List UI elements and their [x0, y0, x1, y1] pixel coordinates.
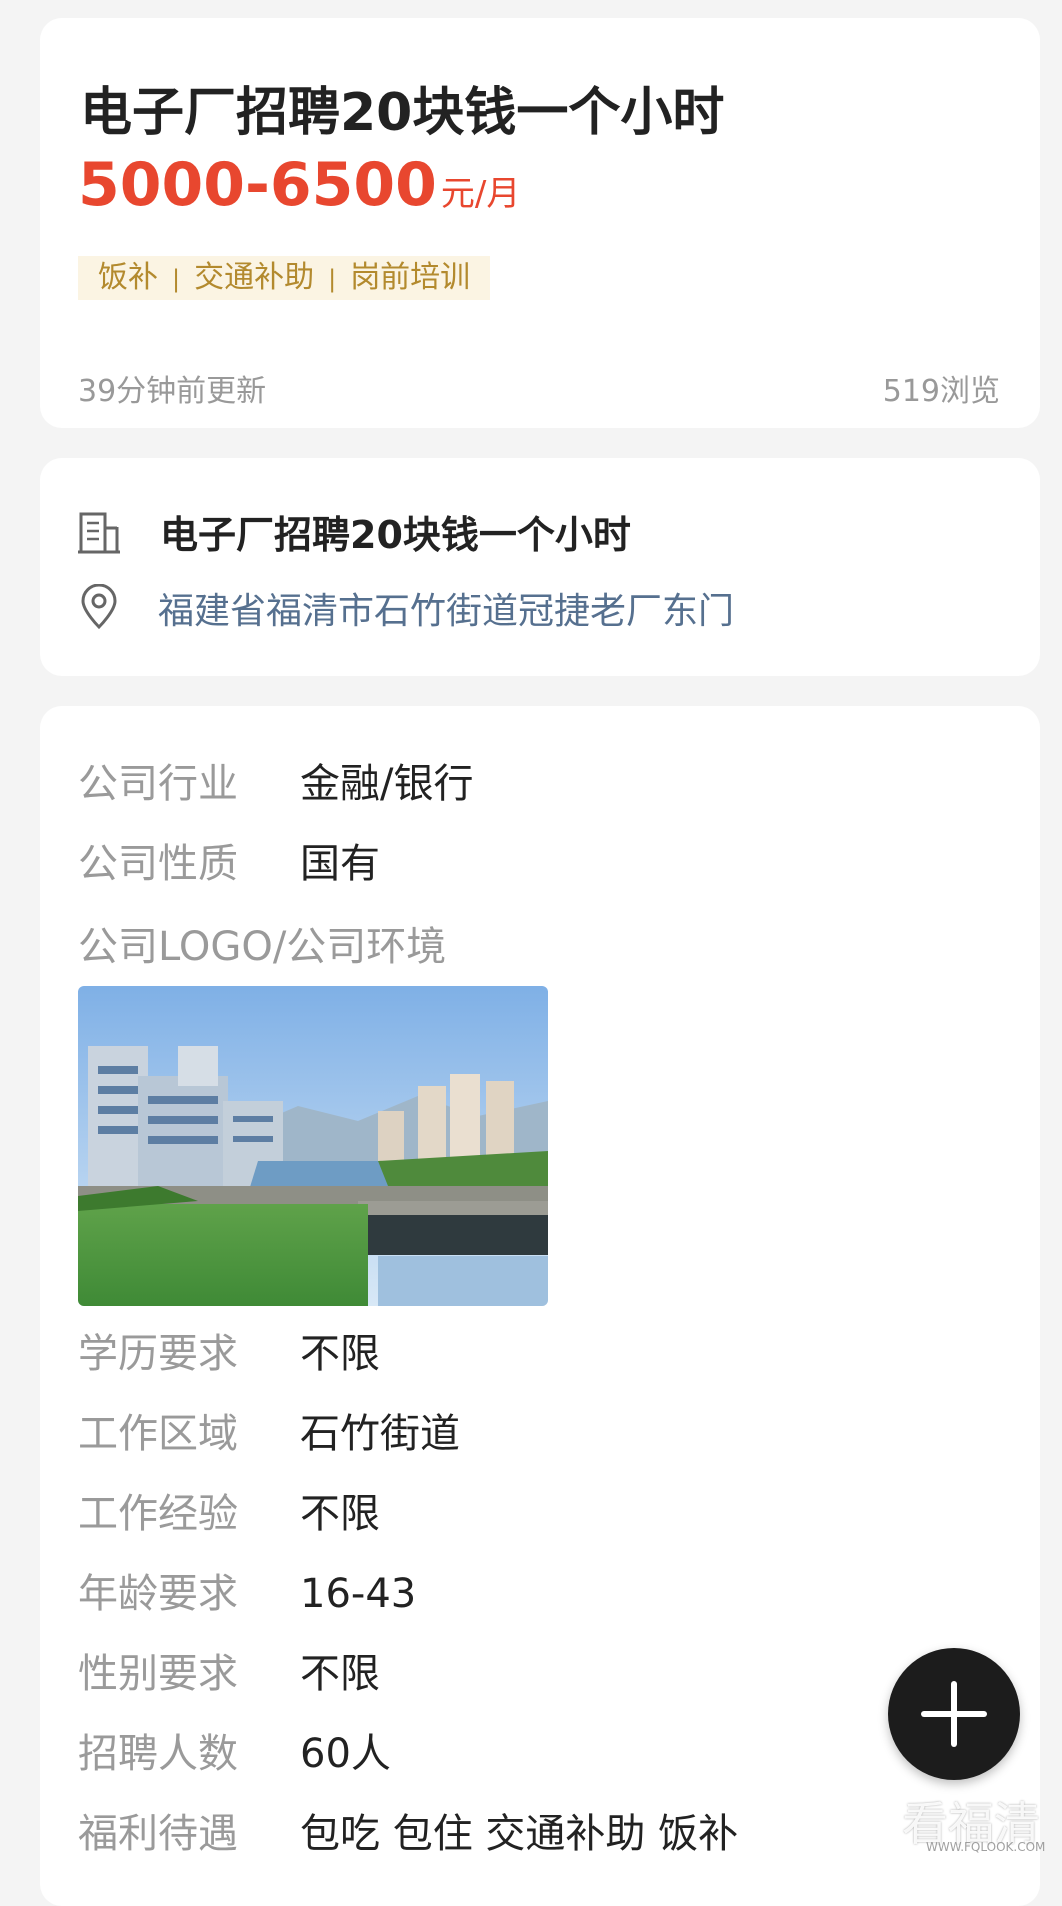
company-photo-label: 公司LOGO/公司环境: [78, 924, 447, 970]
detail-value: 包吃 包住 交通补助 饭补: [300, 1811, 739, 1857]
detail-value: 60人: [300, 1731, 391, 1777]
detail-value: 国有: [300, 841, 380, 887]
tag-divider: |: [328, 265, 337, 293]
building-icon: [78, 512, 120, 554]
watermark-url: WWW.FQLOOK.COM: [926, 1840, 1046, 1854]
company-card[interactable]: 电子厂招聘20块钱一个小时 福建省福清市石竹街道冠捷老厂东门: [40, 458, 1040, 676]
detail-value: 不限: [300, 1651, 380, 1697]
benefit-tag: 岗前培训: [350, 260, 471, 295]
detail-row-nature: 公司性质 国有: [78, 834, 380, 894]
updated-time: 39分钟前更新: [78, 374, 267, 409]
view-count: 519浏览: [882, 374, 1000, 409]
detail-value: 不限: [300, 1491, 380, 1537]
detail-row-headcount: 招聘人数 60人: [78, 1724, 391, 1784]
detail-value: 石竹街道: [300, 1411, 460, 1457]
detail-label: 公司行业: [78, 761, 238, 807]
salary-unit: 元/月: [440, 174, 521, 214]
detail-label: 工作区域: [78, 1411, 238, 1457]
salary: 5000-6500 元/月: [78, 150, 520, 220]
benefit-tag: 饭补: [98, 260, 158, 295]
company-name: 电子厂招聘20块钱一个小时: [160, 513, 631, 557]
detail-row-area: 工作区域 石竹街道: [78, 1404, 460, 1464]
add-button[interactable]: [888, 1648, 1020, 1780]
company-environment-image: [78, 986, 548, 1306]
detail-value: 不限: [300, 1331, 380, 1377]
company-photo[interactable]: [78, 986, 548, 1306]
detail-label: 工作经验: [78, 1491, 238, 1537]
detail-label: 学历要求: [78, 1331, 238, 1377]
job-title: 电子厂招聘20块钱一个小时: [80, 83, 725, 143]
benefit-tags: 饭补 | 交通补助 | 岗前培训: [78, 256, 491, 300]
detail-row-age: 年龄要求 16-43: [78, 1564, 416, 1624]
detail-label: 招聘人数: [78, 1731, 238, 1777]
detail-row-education: 学历要求 不限: [78, 1324, 380, 1384]
detail-value: 16-43: [300, 1571, 417, 1617]
company-address[interactable]: 福建省福清市石竹街道冠捷老厂东门: [158, 582, 734, 634]
location-pin-icon: [81, 584, 117, 630]
detail-label: 福利待遇: [78, 1811, 238, 1857]
salary-range: 5000-6500: [78, 150, 437, 220]
detail-value: 金融/银行: [300, 761, 474, 807]
detail-label: 年龄要求: [78, 1571, 238, 1617]
detail-row-industry: 公司行业 金融/银行: [78, 754, 473, 814]
tag-divider: |: [172, 265, 181, 293]
detail-label: 性别要求: [78, 1651, 238, 1697]
detail-label: 公司性质: [78, 841, 238, 887]
plus-icon: [921, 1681, 987, 1747]
detail-row-gender: 性别要求 不限: [78, 1644, 380, 1704]
job-summary-card: 电子厂招聘20块钱一个小时 5000-6500 元/月 饭补 | 交通补助 | 岗前培训 …: [40, 18, 1040, 428]
detail-row-experience: 工作经验 不限: [78, 1484, 380, 1544]
benefit-tag: 交通补助: [194, 260, 315, 295]
detail-row-welfare: 福利待遇 包吃 包住 交通补助 饭补: [78, 1804, 738, 1864]
